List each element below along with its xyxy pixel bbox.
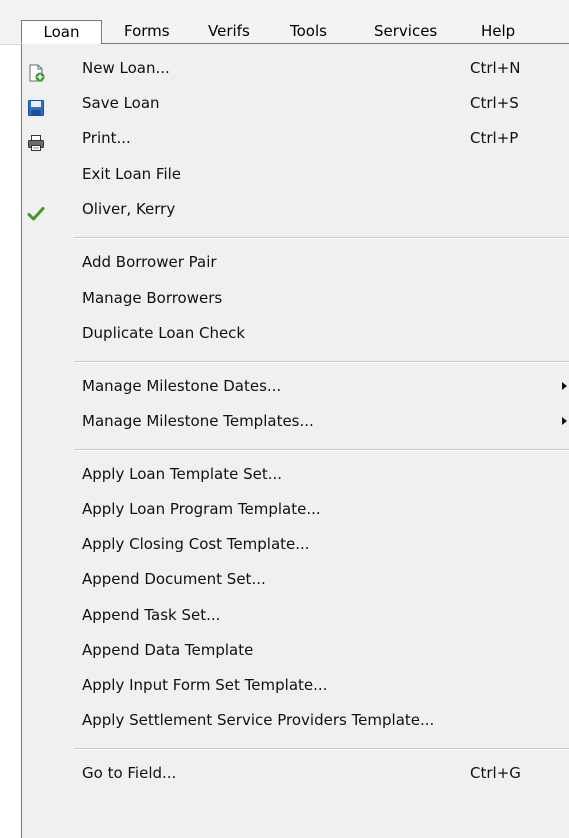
menu-item-append-task-set[interactable]: Append Task Set... bbox=[22, 597, 569, 633]
submenu-arrow-icon bbox=[562, 417, 567, 425]
menu-item-label: Append Data Template bbox=[82, 641, 254, 659]
menu-item-new-loan[interactable]: New Loan... Ctrl+N bbox=[22, 50, 569, 86]
menu-item-exit-loan-file[interactable]: Exit Loan File bbox=[22, 156, 569, 192]
menu-item-label: Apply Settlement Service Providers Templ… bbox=[82, 711, 435, 729]
menu-item-label: Print... bbox=[82, 129, 131, 147]
menu-item-label: Apply Input Form Set Template... bbox=[82, 676, 328, 694]
printer-icon bbox=[27, 129, 45, 151]
shortcut-label: Ctrl+S bbox=[470, 94, 519, 112]
menu-item-label: Duplicate Loan Check bbox=[82, 324, 246, 342]
save-icon bbox=[27, 94, 45, 116]
menu-item-borrower-oliver-kerry[interactable]: Oliver, Kerry bbox=[22, 191, 569, 227]
loan-menu-dropdown: New Loan... Ctrl+N Save Loan Ctrl+S Prin… bbox=[21, 43, 569, 838]
menu-item-label: Oliver, Kerry bbox=[82, 200, 176, 218]
menu-item-append-document-set[interactable]: Append Document Set... bbox=[22, 561, 569, 597]
menu-separator bbox=[74, 748, 569, 750]
menu-item-apply-input-form-set-template[interactable]: Apply Input Form Set Template... bbox=[22, 667, 569, 703]
menu-item-label: New Loan... bbox=[82, 59, 170, 77]
menu-separator bbox=[74, 449, 569, 451]
shortcut-label: Ctrl+P bbox=[470, 129, 519, 147]
menu-item-manage-borrowers[interactable]: Manage Borrowers bbox=[22, 280, 569, 316]
menu-item-add-borrower-pair[interactable]: Add Borrower Pair bbox=[22, 244, 569, 280]
submenu-arrow-icon bbox=[562, 382, 567, 390]
menu-item-apply-loan-template-set[interactable]: Apply Loan Template Set... bbox=[22, 456, 569, 492]
menu-tab-join bbox=[21, 43, 101, 44]
menu-verifs[interactable]: Verifs bbox=[208, 20, 250, 44]
menu-item-go-to-field[interactable]: Go to Field... Ctrl+G bbox=[22, 755, 569, 791]
shortcut-label: Ctrl+N bbox=[470, 59, 521, 77]
menu-item-label: Add Borrower Pair bbox=[82, 253, 217, 271]
menu-item-label: Append Task Set... bbox=[82, 606, 221, 624]
menu-item-duplicate-loan-check[interactable]: Duplicate Loan Check bbox=[22, 315, 569, 351]
menu-item-label: Apply Loan Program Template... bbox=[82, 500, 321, 518]
menu-loan[interactable]: Loan bbox=[21, 20, 102, 44]
menu-bar: Loan Forms Verifs Tools Services Help bbox=[0, 0, 569, 45]
menu-tools[interactable]: Tools bbox=[290, 20, 327, 44]
menu-item-label: Manage Borrowers bbox=[82, 289, 223, 307]
menu-item-apply-settlement-service-providers-template[interactable]: Apply Settlement Service Providers Templ… bbox=[22, 702, 569, 738]
menu-item-label: Save Loan bbox=[82, 94, 160, 112]
menu-item-append-data-template[interactable]: Append Data Template bbox=[22, 632, 569, 668]
menu-item-manage-milestone-templates[interactable]: Manage Milestone Templates... bbox=[22, 403, 569, 439]
menu-item-print[interactable]: Print... Ctrl+P bbox=[22, 120, 569, 156]
menu-item-label: Manage Milestone Templates... bbox=[82, 412, 314, 430]
menu-separator bbox=[74, 361, 569, 363]
menu-separator bbox=[74, 237, 569, 239]
menu-item-apply-closing-cost-template[interactable]: Apply Closing Cost Template... bbox=[22, 526, 569, 562]
menu-help[interactable]: Help bbox=[481, 20, 515, 44]
menu-item-label: Append Document Set... bbox=[82, 570, 266, 588]
menu-item-apply-loan-program-template[interactable]: Apply Loan Program Template... bbox=[22, 491, 569, 527]
menu-item-label: Exit Loan File bbox=[82, 165, 182, 183]
shortcut-label: Ctrl+G bbox=[470, 764, 521, 782]
menu-item-label: Manage Milestone Dates... bbox=[82, 377, 282, 395]
menu-item-save-loan[interactable]: Save Loan Ctrl+S bbox=[22, 85, 569, 121]
menu-forms[interactable]: Forms bbox=[124, 20, 170, 44]
new-loan-icon bbox=[27, 59, 45, 82]
menu-item-manage-milestone-dates[interactable]: Manage Milestone Dates... bbox=[22, 368, 569, 404]
menu-item-label: Apply Closing Cost Template... bbox=[82, 535, 310, 553]
checkmark-icon bbox=[27, 200, 45, 221]
menu-item-label: Apply Loan Template Set... bbox=[82, 465, 283, 483]
menu-item-label: Go to Field... bbox=[82, 764, 177, 782]
menu-services[interactable]: Services bbox=[374, 20, 437, 44]
